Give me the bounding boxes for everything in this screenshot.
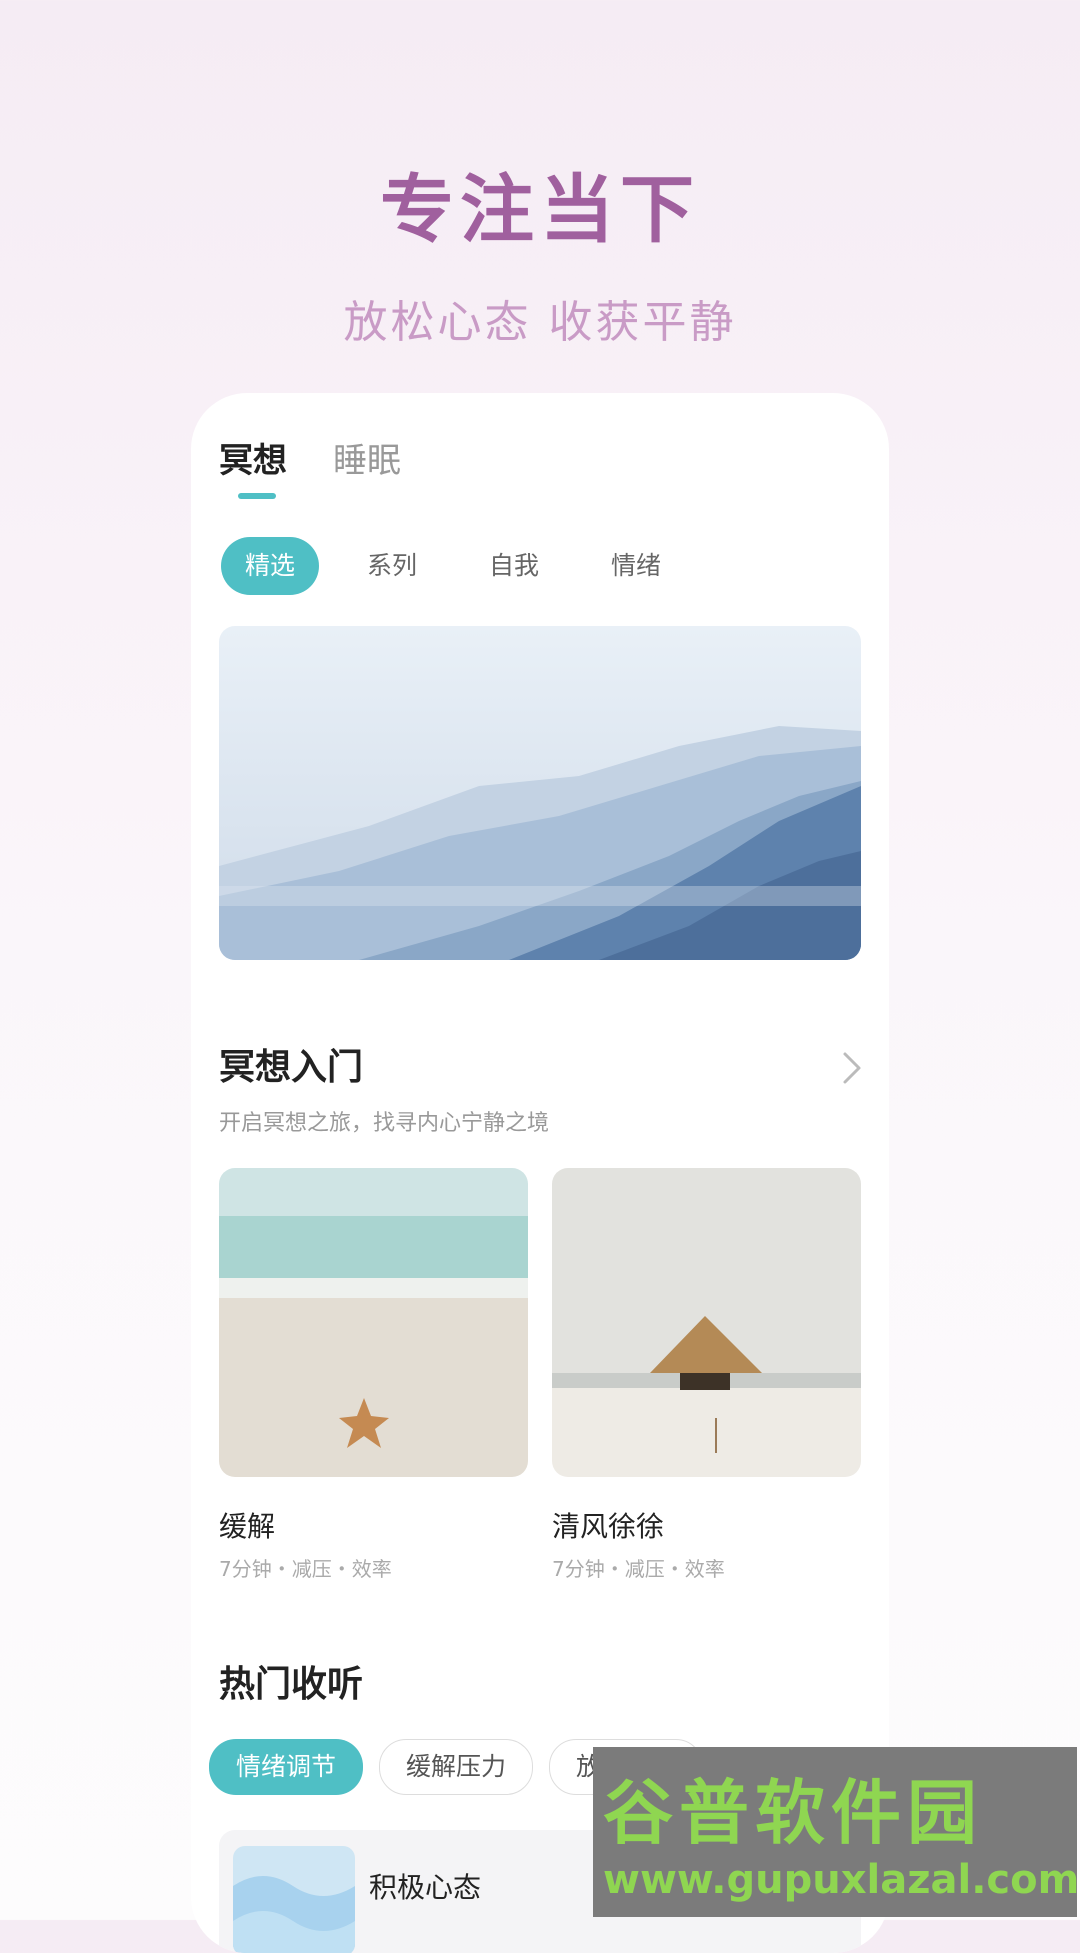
water-ripple-image: [233, 1846, 355, 1953]
banner-image[interactable]: [219, 626, 861, 960]
card-image-starfish[interactable]: [219, 1168, 528, 1477]
chip-series[interactable]: 系列: [343, 537, 441, 595]
chip-emotion[interactable]: 情绪: [587, 537, 685, 595]
tab-meditation[interactable]: 冥想: [219, 433, 287, 482]
main-tabs: 冥想 睡眠: [219, 433, 401, 482]
category-chips: 精选 系列 自我 情绪: [221, 537, 709, 595]
chip-emotion-regulation[interactable]: 情绪调节: [209, 1739, 364, 1795]
chip-featured[interactable]: 精选: [221, 537, 320, 595]
app-screen: 冥想 睡眠 精选 系列 自我 情绪 冥想入门 开启冥想之旅，找寻内心宁静之境 缓…: [191, 393, 889, 1953]
card-image-hut[interactable]: [552, 1168, 861, 1477]
list-thumb-image: [233, 1846, 355, 1953]
chip-self[interactable]: 自我: [465, 537, 563, 595]
card-title-1: 缓解: [219, 1510, 276, 1543]
watermark: 谷普软件园 www.gupuxlazal.com: [593, 1747, 1080, 1917]
card-title-2: 清风徐徐: [552, 1510, 665, 1543]
intro-section-title: 冥想入门: [219, 1047, 364, 1088]
chip-stress-relief[interactable]: 缓解压力: [379, 1739, 534, 1795]
tab-sleep[interactable]: 睡眠: [333, 433, 401, 482]
watermark-line2: www.gupuxlazal.com: [603, 1857, 1080, 1903]
tab-indicator: [238, 493, 276, 499]
intro-section-subtitle: 开启冥想之旅，找寻内心宁静之境: [219, 1111, 550, 1136]
hot-section-title: 热门收听: [219, 1664, 364, 1705]
watermark-line1: 谷普软件园: [603, 1772, 983, 1854]
starfish-beach-image: [219, 1168, 528, 1477]
card-meta-1: 7分钟・减压・效率: [219, 1557, 392, 1581]
misty-mountains-image: [219, 626, 861, 960]
straw-hut-beach-image: [552, 1168, 861, 1477]
card-meta-2: 7分钟・减压・效率: [552, 1557, 725, 1581]
chevron-right-icon[interactable]: [837, 1048, 867, 1088]
hero-title: 专注当下: [380, 167, 700, 253]
list-item-title: 积极心态: [369, 1871, 482, 1904]
hero-subtitle: 放松心态 收获平静: [343, 297, 737, 348]
